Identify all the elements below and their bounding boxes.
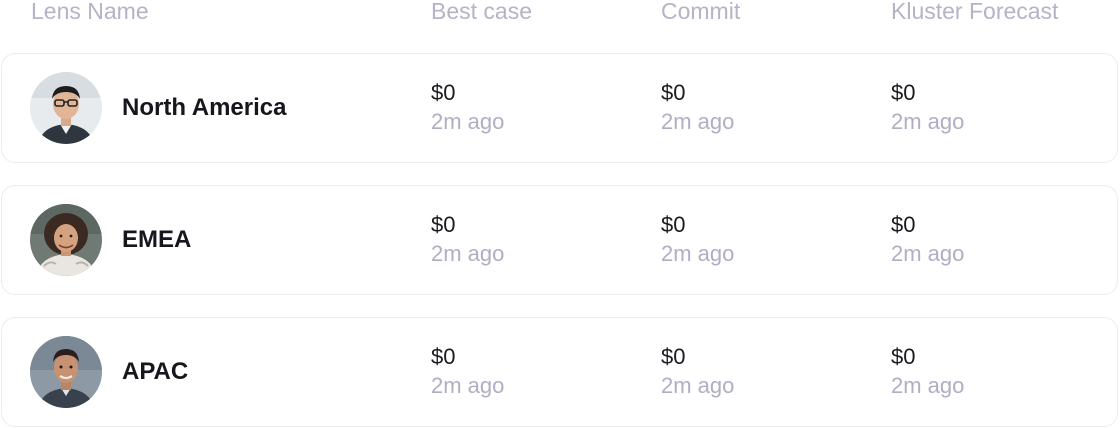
avatar-apac [30, 336, 102, 408]
table-row-north-america[interactable]: North America $0 2m ago $0 2m ago $0 2m … [1, 53, 1118, 163]
amount-value: $0 [661, 80, 686, 105]
person-avatar-icon [30, 336, 102, 408]
lens-name[interactable]: APAC [122, 358, 188, 386]
amount-value: $0 [431, 344, 456, 369]
updated-time: 2m ago [661, 241, 735, 266]
person-avatar-icon [30, 204, 102, 276]
amount-value: $0 [891, 344, 916, 369]
updated-time: 2m ago [431, 373, 505, 398]
updated-time: 2m ago [891, 373, 965, 398]
header-commit[interactable]: Commit [661, 0, 740, 24]
updated-time: 2m ago [891, 109, 965, 134]
amount-value: $0 [891, 212, 916, 237]
kluster-forecast-cell: $0 2m ago [891, 343, 964, 401]
lens-table: Lens Name Best case Commit Kluster Forec… [0, 0, 1120, 428]
commit-cell: $0 2m ago [661, 79, 734, 137]
avatar-north-america [30, 72, 102, 144]
table-header: Lens Name Best case Commit Kluster Forec… [0, 0, 1120, 26]
updated-time: 2m ago [891, 241, 965, 266]
best-case-cell: $0 2m ago [431, 79, 504, 137]
best-case-cell: $0 2m ago [431, 211, 504, 269]
amount-value: $0 [431, 80, 456, 105]
table-row-apac[interactable]: APAC $0 2m ago $0 2m ago $0 2m ago [1, 317, 1118, 427]
updated-time: 2m ago [661, 109, 735, 134]
amount-value: $0 [891, 80, 916, 105]
amount-value: $0 [661, 344, 686, 369]
best-case-cell: $0 2m ago [431, 343, 504, 401]
updated-time: 2m ago [431, 109, 505, 134]
updated-time: 2m ago [431, 241, 505, 266]
lens-name[interactable]: North America [122, 94, 286, 122]
lens-name[interactable]: EMEA [122, 226, 191, 254]
commit-cell: $0 2m ago [661, 211, 734, 269]
updated-time: 2m ago [661, 373, 735, 398]
amount-value: $0 [661, 212, 686, 237]
person-avatar-icon [30, 72, 102, 144]
amount-value: $0 [431, 212, 456, 237]
header-best-case[interactable]: Best case [431, 0, 532, 24]
header-lens-name[interactable]: Lens Name [31, 0, 149, 24]
header-kluster-forecast[interactable]: Kluster Forecast [891, 0, 1058, 24]
avatar-emea [30, 204, 102, 276]
kluster-forecast-cell: $0 2m ago [891, 211, 964, 269]
kluster-forecast-cell: $0 2m ago [891, 79, 964, 137]
table-row-emea[interactable]: EMEA $0 2m ago $0 2m ago $0 2m ago [1, 185, 1118, 295]
commit-cell: $0 2m ago [661, 343, 734, 401]
